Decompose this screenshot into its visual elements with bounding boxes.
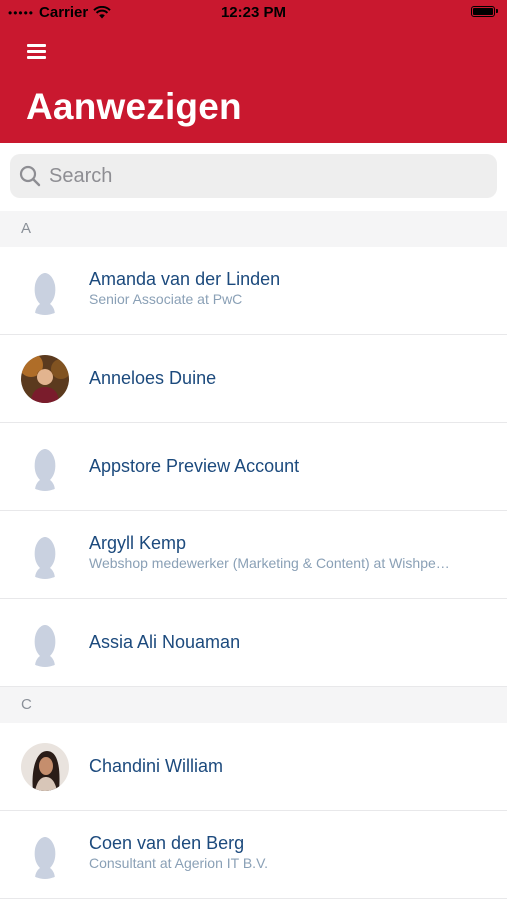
attendee-row[interactable]: Chandini William [0,723,507,811]
search-bar[interactable] [10,154,497,198]
attendee-job-title: Senior Associate at PwC [89,291,243,307]
attendee-row[interactable]: Assia Ali Nouaman [0,599,507,687]
attendee-name: Amanda van der Linden [89,269,281,289]
attendee-name: Appstore Preview Account [89,456,300,476]
attendee-job-title: Webshop medewerker (Marketing & Content)… [89,555,450,571]
hamburger-menu-icon[interactable] [27,44,49,62]
avatar-placeholder-icon [21,619,69,667]
attendee-name: Coen van den Berg [89,833,245,853]
attendee-name: Assia Ali Nouaman [89,632,241,652]
search-input[interactable] [47,163,471,189]
navigation-header: ••••• Carrier 12:23 PM Aanwezigen [0,0,507,143]
page-title: Aanwezigen [26,86,242,127]
avatar-placeholder-icon [21,831,69,879]
status-time: 12:23 PM [220,4,287,21]
attendee-name: Argyll Kemp [89,533,187,553]
attendee-row[interactable]: Appstore Preview Account [0,423,507,511]
search-icon [19,165,41,187]
section-header: A [0,211,507,247]
attendee-list: A Amanda van der Linden Senior Associate … [0,211,507,899]
attendee-row[interactable]: Amanda van der Linden Senior Associate at… [0,247,507,335]
attendee-name: Anneloes Duine [89,368,217,388]
section-header: C [0,687,507,723]
battery-icon [471,6,498,17]
avatar-placeholder-icon [21,531,69,579]
avatar-photo [21,743,69,791]
attendee-row[interactable]: Argyll Kemp Webshop medewerker (Marketing… [0,511,507,599]
attendee-job-title: Consultant at Agerion IT B.V. [89,855,269,871]
attendee-row[interactable]: Coen van den Berg Consultant at Agerion I… [0,811,507,899]
attendee-name: Chandini William [89,756,224,776]
avatar-placeholder-icon [21,267,69,315]
avatar-photo [21,355,69,403]
attendee-row[interactable]: Anneloes Duine [0,335,507,423]
avatar-placeholder-icon [21,443,69,491]
status-bar: ••••• Carrier 12:23 PM [0,0,507,26]
